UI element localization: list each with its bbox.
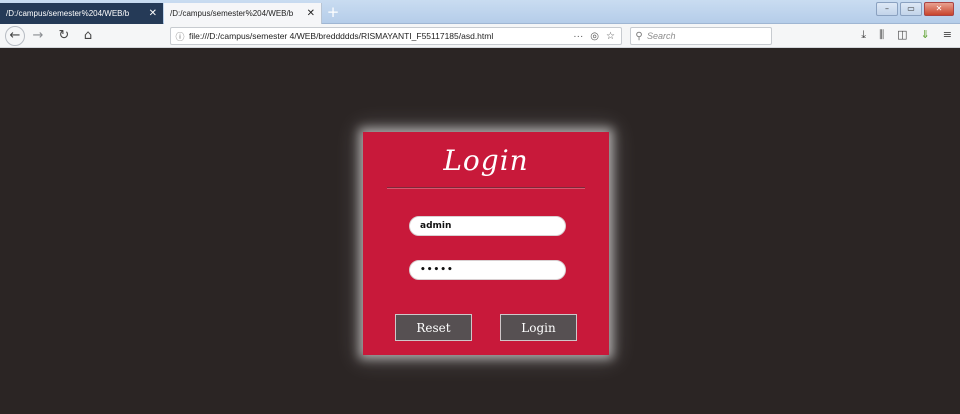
tab-title: /D:/campus/semester%204/WEB/b — [6, 9, 130, 18]
library-icon[interactable]: ⫼ — [879, 28, 884, 42]
home-button[interactable]: ⌂ — [78, 26, 98, 46]
page-viewport: Login Reset Login — [0, 49, 960, 414]
menu-icon[interactable]: ≡ — [943, 28, 952, 42]
reset-button[interactable]: Reset — [395, 314, 472, 341]
url-text[interactable]: file:///D:/campus/semester 4/WEB/bredddd… — [189, 31, 573, 41]
close-window-button[interactable]: ✕ — [924, 2, 954, 16]
navigation-toolbar: ← → ↻ ⌂ ⓘ file:///D:/campus/semester 4/W… — [0, 24, 960, 48]
login-button[interactable]: Login — [500, 314, 577, 341]
url-bar[interactable]: ⓘ file:///D:/campus/semester 4/WEB/bredd… — [170, 27, 622, 45]
sidebar-icon[interactable]: ◫ — [897, 28, 907, 42]
login-title: Login — [443, 144, 529, 177]
password-input[interactable] — [409, 260, 566, 280]
back-button[interactable]: ← — [5, 26, 25, 46]
addon-icon[interactable]: ⇓ — [921, 28, 930, 42]
tab-title: /D:/campus/semester%204/WEB/b — [170, 9, 294, 18]
new-tab-button[interactable]: + — [324, 2, 342, 22]
username-input[interactable] — [409, 216, 566, 236]
url-actions: ··· ◎ ☆ — [573, 31, 621, 42]
maximize-button[interactable]: ▭ — [900, 2, 922, 16]
reload-button[interactable]: ↻ — [54, 26, 74, 46]
more-actions-icon[interactable]: ··· — [573, 31, 583, 42]
browser-tab-1[interactable]: /D:/campus/semester%204/WEB/b ✕ — [0, 3, 163, 24]
search-input[interactable] — [647, 29, 771, 43]
minimize-button[interactable]: – — [876, 2, 898, 16]
download-icon[interactable]: ⤓ — [861, 28, 866, 42]
tab-close-icon[interactable]: ✕ — [149, 8, 157, 19]
browser-tab-2[interactable]: /D:/campus/semester%204/WEB/b ✕ — [164, 3, 322, 24]
search-bar[interactable]: ⚲ — [630, 27, 772, 45]
search-icon: ⚲ — [635, 30, 643, 42]
forward-button[interactable]: → — [28, 26, 48, 46]
pocket-icon[interactable]: ◎ — [590, 31, 599, 42]
login-form: Login Reset Login — [363, 132, 609, 355]
bookmark-star-icon[interactable]: ☆ — [606, 31, 615, 42]
title-divider — [387, 187, 585, 189]
toolbar-icons: ⤓ ⫼ ◫ ⇓ ≡ — [861, 28, 952, 42]
info-icon[interactable]: ⓘ — [171, 30, 189, 43]
browser-tab-strip: /D:/campus/semester%204/WEB/b ✕ /D:/camp… — [0, 0, 960, 24]
tab-close-icon[interactable]: ✕ — [307, 8, 315, 19]
window-controls: – ▭ ✕ — [876, 2, 954, 16]
